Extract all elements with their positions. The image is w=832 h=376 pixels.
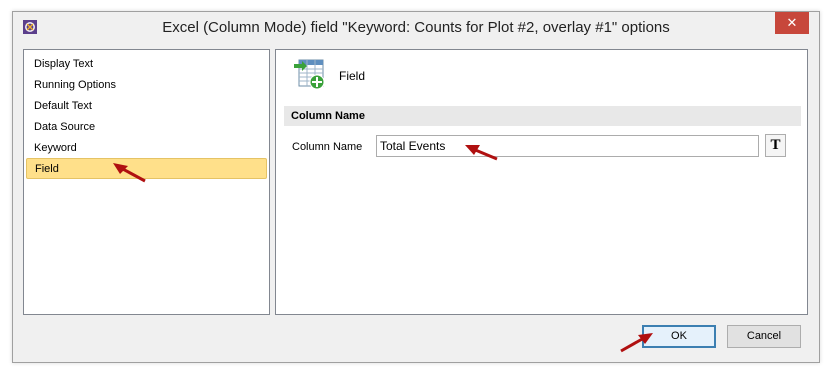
options-dialog: Excel (Column Mode) field "Keyword: Coun… <box>12 11 820 363</box>
window-title: Excel (Column Mode) field "Keyword: Coun… <box>162 19 670 36</box>
close-button[interactable]: ✕ <box>775 12 809 34</box>
annotation-arrow-field <box>113 163 146 183</box>
annotation-arrow-column-name <box>465 145 498 161</box>
list-item-data-source[interactable]: Data Source <box>26 117 267 138</box>
text-format-button[interactable]: T <box>765 134 786 157</box>
column-name-input[interactable] <box>376 135 759 157</box>
list-item-running-options[interactable]: Running Options <box>26 75 267 96</box>
panel-heading: Field <box>339 69 366 83</box>
title-bar: Excel (Column Mode) field "Keyword: Coun… <box>13 12 819 42</box>
cancel-button[interactable]: Cancel <box>727 325 801 348</box>
section-header-column-name: Column Name <box>284 106 801 126</box>
list-item-keyword[interactable]: Keyword <box>26 138 267 159</box>
list-item-display-text[interactable]: Display Text <box>26 54 267 75</box>
annotation-arrow-ok <box>620 333 653 353</box>
table-field-icon <box>294 59 325 90</box>
list-item-default-text[interactable]: Default Text <box>26 96 267 117</box>
field-options-panel: Field Column Name Column Name T <box>275 49 808 315</box>
close-icon: ✕ <box>786 15 798 30</box>
column-name-label: Column Name <box>292 141 363 153</box>
